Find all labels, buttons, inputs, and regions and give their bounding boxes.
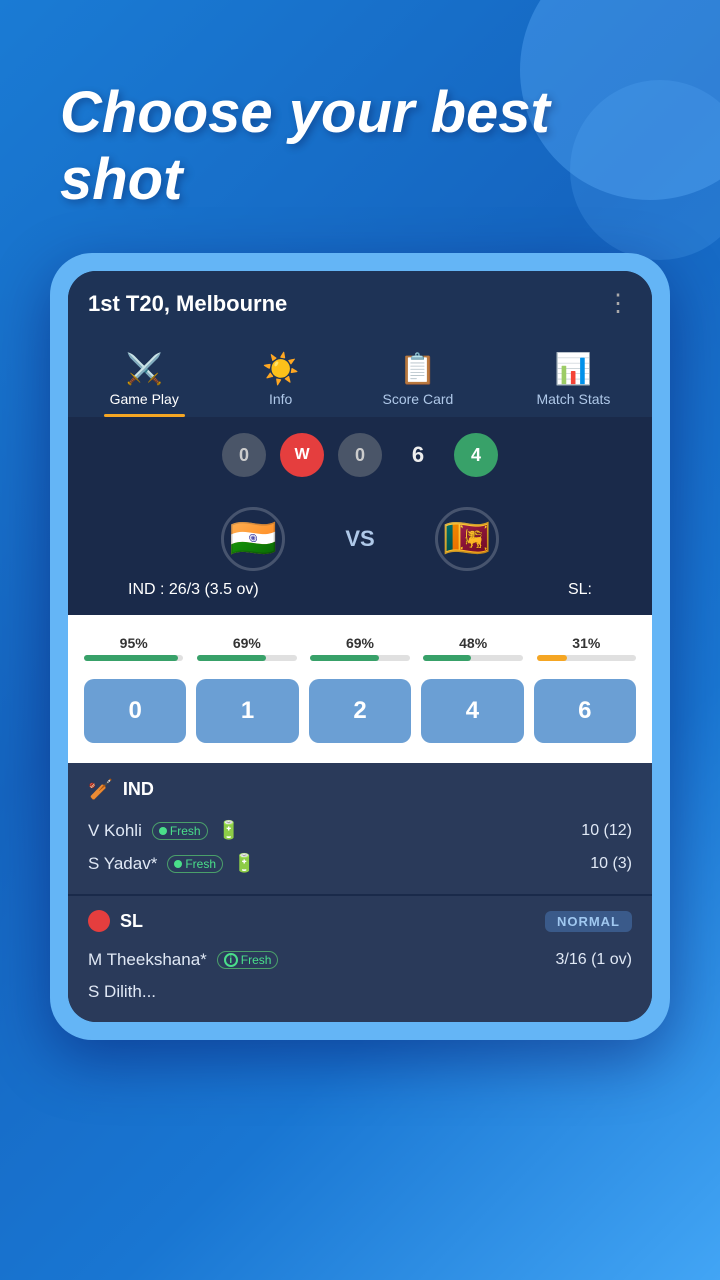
bowler-row-1: M Theekshana* i Fresh 3/16 (1 ov) — [88, 944, 632, 976]
sl-dot-icon — [88, 910, 110, 932]
batsman-score-1: 10 (12) — [581, 822, 632, 840]
shot-col-0: 95% — [84, 635, 183, 671]
ind-score: IND : 26/3 (3.5 ov) — [128, 581, 259, 599]
shot-bar-fill-0 — [84, 655, 178, 661]
tab-scorecard[interactable]: 📋 Score Card — [367, 346, 470, 417]
battery-icon-2: 🔋 — [233, 853, 255, 874]
bowler-name-1: M Theekshana* — [88, 950, 207, 970]
batsman-left-1: V Kohli Fresh 🔋 — [88, 820, 240, 841]
nav-tabs: ⚔️ Game Play ☀️ Info 📋 Score Card 📊 Matc… — [68, 336, 652, 417]
teams-row: 🇮🇳 VS 🇱🇰 — [68, 493, 652, 577]
shot-button-4[interactable]: 4 — [421, 679, 523, 743]
fresh-badge-1: Fresh — [152, 822, 208, 840]
difficulty-badge: NORMAL — [545, 911, 632, 932]
shot-button-6[interactable]: 6 — [534, 679, 636, 743]
shot-bar-fill-4 — [423, 655, 471, 661]
phone-screen: 1st T20, Melbourne ⋮ ⚔️ Game Play ☀️ Inf… — [68, 271, 652, 1022]
scorecard-icon: 📋 — [399, 352, 436, 387]
info-icon-bowler-1: i — [224, 953, 238, 967]
batting-team-header: 🏏 IND — [88, 777, 632, 802]
shot-bar-fill-2 — [310, 655, 379, 661]
ball-4: 6 — [396, 433, 440, 477]
shot-percentages: 95% 69% 69% — [84, 635, 636, 671]
shot-bar-fill-1 — [197, 655, 266, 661]
bowler-left-2: S Dilith... — [88, 982, 156, 1002]
tab-matchstats-label: Match Stats — [536, 391, 610, 407]
bowling-section: SL NORMAL M Theekshana* i Fresh 3/16 (1 … — [68, 894, 652, 1022]
fresh-label-2: Fresh — [185, 857, 216, 871]
ball-1: 0 — [222, 433, 266, 477]
shot-col-2: 69% — [310, 635, 409, 671]
tab-gameplay[interactable]: ⚔️ Game Play — [94, 346, 195, 417]
shot-bar-track-4 — [423, 655, 522, 661]
match-title: 1st T20, Melbourne — [88, 291, 287, 317]
shot-bar-track-2 — [310, 655, 409, 661]
app-header: 1st T20, Melbourne ⋮ — [68, 271, 652, 336]
shot-pct-2: 69% — [346, 635, 374, 651]
team-scores-row: IND : 26/3 (3.5 ov) SL: — [68, 577, 652, 615]
batting-section: 🏏 IND V Kohli Fresh 🔋 10 (12) S Yada — [68, 763, 652, 894]
score-balls-row: 0 W 0 6 4 — [68, 417, 652, 493]
ball-3: 0 — [338, 433, 382, 477]
shot-selector: 95% 69% 69% — [68, 615, 652, 763]
bowler-left-1: M Theekshana* i Fresh — [88, 950, 278, 970]
battery-icon-1: 🔋 — [218, 820, 240, 841]
batting-team-name: IND — [123, 779, 154, 800]
shot-pct-6: 31% — [572, 635, 600, 651]
shot-button-2[interactable]: 2 — [309, 679, 411, 743]
shot-pct-0: 95% — [120, 635, 148, 651]
matchstats-icon: 📊 — [555, 352, 592, 387]
bowler-name-2: S Dilith... — [88, 982, 156, 1002]
shot-bar-track-1 — [197, 655, 296, 661]
batsman-name-2: S Yadav* — [88, 854, 157, 874]
fresh-dot-1 — [159, 827, 167, 835]
fresh-badge-2: Fresh — [167, 855, 223, 873]
shot-button-1[interactable]: 1 — [196, 679, 298, 743]
batsman-name-1: V Kohli — [88, 821, 142, 841]
shot-pct-4: 48% — [459, 635, 487, 651]
bowler-row-2: S Dilith... — [88, 976, 632, 1008]
shot-bar-track-6 — [537, 655, 636, 661]
batsman-left-2: S Yadav* Fresh 🔋 — [88, 853, 255, 874]
bowling-team-header: SL NORMAL — [88, 910, 632, 932]
tab-info-label: Info — [269, 391, 292, 407]
phone-frame: 1st T20, Melbourne ⋮ ⚔️ Game Play ☀️ Inf… — [50, 253, 670, 1040]
fresh-label-1: Fresh — [170, 824, 201, 838]
tab-gameplay-label: Game Play — [110, 391, 179, 407]
batsman-row-2: S Yadav* Fresh 🔋 10 (3) — [88, 847, 632, 880]
shot-col-6: 31% — [537, 635, 636, 671]
tab-scorecard-label: Score Card — [383, 391, 454, 407]
bat-icon: 🏏 — [88, 777, 113, 802]
shot-col-1: 69% — [197, 635, 296, 671]
gameplay-icon: ⚔️ — [126, 352, 163, 387]
shot-col-4: 48% — [423, 635, 522, 671]
hero-title: Choose your best shot — [0, 0, 720, 253]
bowling-left: SL — [88, 910, 143, 932]
shot-bar-fill-6 — [537, 655, 568, 661]
bowling-team-name: SL — [120, 911, 143, 932]
bowler-fresh-badge-1: i Fresh — [217, 951, 279, 969]
tab-info[interactable]: ☀️ Info — [246, 346, 315, 417]
shot-pct-1: 69% — [233, 635, 261, 651]
batsman-row-1: V Kohli Fresh 🔋 10 (12) — [88, 814, 632, 847]
team2-flag: 🇱🇰 — [435, 507, 499, 571]
batsman-score-2: 10 (3) — [590, 855, 632, 873]
ball-5: 4 — [454, 433, 498, 477]
bowler-fresh-label-1: Fresh — [241, 953, 272, 967]
team1-flag: 🇮🇳 — [221, 507, 285, 571]
ball-2: W — [280, 433, 324, 477]
more-options-button[interactable]: ⋮ — [606, 289, 632, 318]
shot-bar-track-0 — [84, 655, 183, 661]
sl-score: SL: — [568, 581, 592, 599]
vs-label: VS — [345, 526, 374, 552]
fresh-dot-2 — [174, 860, 182, 868]
bowler-score-1: 3/16 (1 ov) — [556, 951, 632, 969]
info-icon: ☀️ — [262, 352, 299, 387]
shot-button-0[interactable]: 0 — [84, 679, 186, 743]
tab-matchstats[interactable]: 📊 Match Stats — [520, 346, 626, 417]
